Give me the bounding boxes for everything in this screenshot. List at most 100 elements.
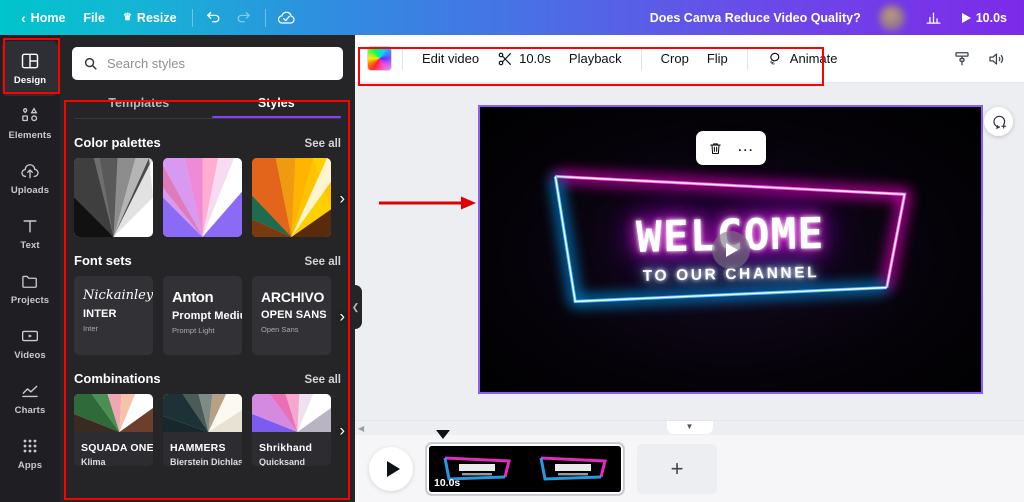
crown-icon: ♛ bbox=[122, 12, 132, 23]
flip-button[interactable]: Flip bbox=[698, 45, 737, 72]
sidebar-item-label: Uploads bbox=[10, 185, 50, 196]
combination-palette-icon bbox=[163, 394, 242, 432]
edit-video-button[interactable]: Edit video bbox=[413, 45, 488, 72]
paint-roller-button[interactable] bbox=[946, 43, 978, 75]
resize-button[interactable]: ♛ Resize bbox=[114, 6, 186, 30]
search-container: Search styles bbox=[60, 35, 355, 89]
playhead-marker[interactable] bbox=[436, 430, 450, 439]
sidebar-item-label: Apps bbox=[17, 460, 43, 471]
combination-palette-icon bbox=[74, 394, 153, 432]
panel-collapse-button[interactable]: ❮ bbox=[349, 285, 362, 329]
color-swatch-button[interactable] bbox=[367, 46, 392, 71]
element-floating-toolbar: … bbox=[695, 131, 766, 165]
tab-templates[interactable]: Templates bbox=[70, 89, 208, 118]
cloud-saved-button[interactable] bbox=[272, 4, 302, 32]
playback-label: Playback bbox=[568, 51, 622, 66]
sidebar-item-label: Elements bbox=[8, 130, 52, 141]
trim-duration-button[interactable]: 10.0s bbox=[488, 45, 560, 73]
color-palettes-header: Color palettes See all bbox=[60, 119, 355, 158]
font-set-line3: Open Sans bbox=[261, 325, 299, 335]
combinations-see-all[interactable]: See all bbox=[305, 374, 341, 386]
tab-styles[interactable]: Styles bbox=[208, 89, 346, 118]
font-set-line2: OPEN SANS bbox=[261, 309, 327, 322]
canvas-area: WELCOME TO OUR CHANNEL … bbox=[355, 83, 1024, 420]
volume-icon bbox=[989, 52, 1004, 65]
video-canvas[interactable]: WELCOME TO OUR CHANNEL … bbox=[478, 105, 983, 394]
font-sets-see-all[interactable]: See all bbox=[305, 256, 341, 268]
combination-card[interactable]: SQUADA ONE Klima bbox=[74, 394, 153, 466]
sidebar-item-text[interactable]: Text bbox=[2, 206, 58, 261]
pink-purple-palette-icon bbox=[163, 158, 242, 237]
section-title: Font sets bbox=[74, 253, 132, 268]
sidebar-item-uploads[interactable]: Uploads bbox=[2, 151, 58, 206]
timeline-ruler: ◀ ▼ bbox=[355, 421, 1024, 435]
font-set-card[interactable]: ARCHIVO OPEN SANS Open Sans bbox=[252, 276, 331, 355]
add-comment-button[interactable] bbox=[984, 107, 1013, 136]
timeline-collapse-button[interactable]: ▼ bbox=[666, 421, 713, 434]
font-set-card[interactable]: Nickainley INTER Inter bbox=[74, 276, 153, 355]
timeline-play-button[interactable] bbox=[369, 447, 413, 491]
palette-swatch-pink-purple[interactable] bbox=[163, 158, 242, 237]
home-button[interactable]: ‹ Home bbox=[12, 6, 74, 30]
combination-card[interactable]: HAMMERS Bierstein Dichlas bbox=[163, 394, 242, 466]
editor-toolbar-right bbox=[946, 43, 1012, 75]
sidebar-item-apps[interactable]: Apps bbox=[2, 426, 58, 481]
delete-element-button[interactable] bbox=[702, 134, 730, 162]
preview-play-button[interactable]: 10.0s bbox=[953, 6, 1016, 30]
playback-button[interactable]: Playback bbox=[560, 45, 631, 72]
font-sets-row: Nickainley INTER Inter Anton Prompt Medi… bbox=[60, 276, 355, 355]
more-options-icon: … bbox=[736, 135, 755, 155]
color-palettes-next-button[interactable]: › bbox=[339, 189, 345, 206]
design-icon bbox=[21, 53, 39, 69]
undo-button[interactable] bbox=[199, 4, 229, 32]
document-title[interactable]: Does Canva Reduce Video Quality? bbox=[642, 7, 869, 29]
font-set-card[interactable]: Anton Prompt Medium Prompt Light bbox=[163, 276, 242, 355]
volume-button[interactable] bbox=[980, 43, 1012, 75]
sidebar-item-elements[interactable]: Elements bbox=[2, 96, 58, 151]
clip-thumbnail-icon bbox=[525, 446, 621, 492]
add-page-button[interactable]: + bbox=[637, 444, 717, 494]
sidebar-item-label: Videos bbox=[14, 350, 46, 361]
search-placeholder: Search styles bbox=[107, 56, 186, 71]
combination-line2: Klima bbox=[81, 457, 106, 466]
sidebar-item-videos[interactable]: Videos bbox=[2, 316, 58, 371]
play-icon bbox=[386, 461, 400, 477]
grayscale-palette-icon bbox=[74, 158, 153, 237]
sidebar-item-charts[interactable]: Charts bbox=[2, 371, 58, 426]
styles-scroll-area[interactable]: Color palettes See all › Font sets See a… bbox=[60, 119, 355, 487]
play-overlay-icon bbox=[726, 242, 738, 257]
sidebar-item-projects[interactable]: Projects bbox=[2, 261, 58, 316]
play-icon bbox=[961, 12, 971, 23]
file-menu-button[interactable]: File bbox=[74, 6, 114, 30]
combination-card[interactable]: Shrikhand Quicksand bbox=[252, 394, 331, 466]
color-palettes-see-all[interactable]: See all bbox=[305, 138, 341, 150]
insights-button[interactable] bbox=[919, 4, 949, 32]
redo-button[interactable] bbox=[229, 4, 259, 32]
combination-text: Shrikhand Quicksand bbox=[252, 437, 331, 466]
timeline-scroll-left-icon[interactable]: ◀ bbox=[358, 424, 364, 433]
crop-label: Crop bbox=[660, 51, 689, 66]
search-input[interactable]: Search styles bbox=[72, 47, 343, 80]
canvas-play-overlay-button[interactable] bbox=[711, 230, 750, 269]
cloud-saved-icon bbox=[277, 11, 295, 24]
flip-label: Flip bbox=[706, 51, 728, 66]
palette-swatch-grayscale[interactable] bbox=[74, 158, 153, 237]
resize-button-label: Resize bbox=[136, 10, 177, 25]
styles-panel: Search styles Templates Styles Color pal… bbox=[60, 35, 355, 502]
section-title: Color palettes bbox=[74, 135, 161, 150]
combinations-next-button[interactable]: › bbox=[339, 422, 345, 439]
user-avatar[interactable] bbox=[878, 4, 905, 31]
chevron-left-icon: ❮ bbox=[351, 301, 360, 312]
undo-icon bbox=[207, 11, 220, 23]
timeline-clip-page-1[interactable]: 10.0s bbox=[426, 443, 624, 495]
more-options-button[interactable]: … bbox=[732, 134, 760, 162]
crop-button[interactable]: Crop bbox=[652, 45, 698, 72]
elements-icon bbox=[22, 107, 38, 122]
color-palettes-row: › bbox=[60, 158, 355, 237]
toolbar-divider-c bbox=[746, 47, 748, 70]
preview-duration-label: 10.0s bbox=[975, 10, 1007, 25]
font-sets-next-button[interactable]: › bbox=[339, 307, 345, 324]
animate-button[interactable]: Animate bbox=[758, 44, 847, 73]
sidebar-item-design[interactable]: Design bbox=[2, 41, 58, 96]
palette-swatch-orange-green[interactable] bbox=[252, 158, 331, 237]
